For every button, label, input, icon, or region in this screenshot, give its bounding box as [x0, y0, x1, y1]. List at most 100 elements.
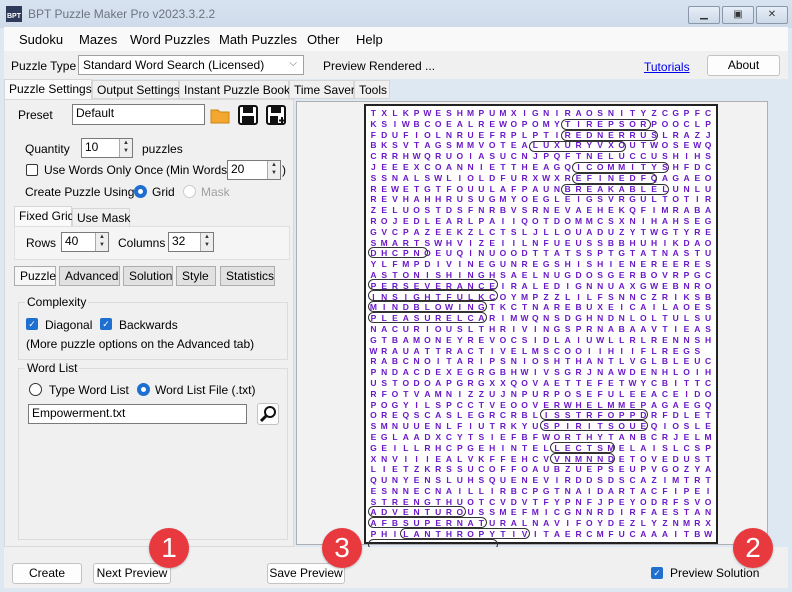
menu-sudoku[interactable]: Sudoku [19, 32, 63, 47]
grid-letter: P [489, 356, 495, 367]
grid-letter: T [565, 377, 571, 388]
use-words-once-checkbox[interactable] [26, 164, 38, 176]
grid-letter: L [608, 151, 614, 162]
min-words-label: (Min Words: [166, 163, 231, 177]
grid-letter: A [413, 431, 420, 442]
grid-letter: N [586, 280, 593, 291]
grid-letter: E [662, 259, 668, 270]
spinner-arrows-icon[interactable]: ▲ ▼ [119, 139, 132, 157]
maximize-button[interactable]: ▣ [722, 6, 754, 24]
tab-instant-puzzle-books[interactable]: Instant Puzzle Books [179, 80, 296, 99]
grid-letter: E [586, 377, 593, 388]
grid-letter: V [651, 453, 657, 464]
grid-radio-label: Grid [152, 185, 175, 199]
about-button[interactable]: About [707, 55, 780, 76]
menu-help[interactable]: Help [356, 32, 383, 47]
min-words-stepper[interactable]: 20 ▲ ▼ [227, 160, 281, 180]
browse-file-button[interactable] [257, 403, 279, 425]
word-list-file-radio[interactable] [137, 383, 150, 396]
grid-letter: L [521, 237, 528, 248]
grid-letter: T [543, 215, 549, 226]
grid-letter: N [683, 183, 690, 194]
grid-letter: F [381, 388, 387, 399]
grid-letter: R [564, 475, 571, 486]
grid-letter: X [532, 172, 539, 183]
spinner-arrows-icon[interactable]: ▲ ▼ [95, 233, 108, 251]
menu-math-puzzles[interactable]: Math Puzzles [219, 32, 297, 47]
grid-letter: K [381, 140, 388, 151]
tab-tools[interactable]: Tools [354, 80, 390, 99]
type-word-list-radio[interactable] [29, 383, 42, 396]
open-preset-button[interactable] [209, 104, 231, 126]
menu-word-puzzles[interactable]: Word Puzzles [130, 32, 210, 47]
subtab-solution[interactable]: Solution [123, 266, 173, 286]
grid-letter: A [456, 356, 463, 367]
grid-letter: F [500, 453, 506, 464]
grid-letter: I [620, 302, 623, 313]
spinner-arrows-icon[interactable]: ▲ ▼ [267, 161, 280, 179]
grid-letter: P [446, 377, 452, 388]
preview-solution-checkbox[interactable]: ✓ [651, 567, 663, 579]
columns-stepper[interactable]: 32 ▲ ▼ [168, 232, 214, 252]
grid-letter: R [618, 194, 625, 205]
grid-letter: S [392, 140, 398, 151]
grid-letter: O [532, 215, 539, 226]
subtab-style[interactable]: Style [176, 266, 216, 286]
close-button[interactable]: ✕ [756, 6, 788, 24]
word-outline-surrender [561, 130, 658, 141]
grid-letter: L [683, 410, 690, 421]
tab-time-saver[interactable]: Time Saver [289, 80, 355, 99]
grid-letter: X [370, 453, 377, 464]
puzzle-type-select[interactable]: Standard Word Search (Licensed) ⌵ [78, 55, 304, 75]
grid-letter: Z [651, 291, 657, 302]
subtab-statistics[interactable]: Statistics [220, 266, 275, 286]
grid-letter: U [586, 302, 593, 313]
grid-letter: Z [651, 108, 657, 118]
grid-letter: M [585, 215, 593, 226]
grid-letter: S [608, 215, 614, 226]
quantity-stepper[interactable]: 10 ▲ ▼ [81, 138, 133, 158]
grid-letter: T [521, 442, 528, 453]
word-list-file-input[interactable]: Empowerment.txt [28, 404, 247, 424]
save-preset-as-button[interactable] [265, 104, 287, 126]
grid-letter: A [510, 269, 517, 280]
preset-input[interactable]: Default [72, 104, 205, 125]
tab-use-mask[interactable]: Use Mask [72, 208, 130, 227]
menu-mazes[interactable]: Mazes [79, 32, 117, 47]
grid-letter: J [532, 226, 538, 237]
rows-stepper[interactable]: 40 ▲ ▼ [61, 232, 109, 252]
subtab-puzzle[interactable]: Puzzle [14, 266, 56, 286]
minimize-button[interactable]: ▁ [688, 6, 720, 24]
create-button[interactable]: Create [12, 563, 82, 584]
menu-other[interactable]: Other [307, 32, 340, 47]
grid-letter: O [424, 377, 431, 388]
grid-letter: T [392, 377, 398, 388]
grid-letter: X [510, 108, 517, 118]
grid-letter: E [618, 442, 625, 453]
grid-letter: E [683, 356, 690, 367]
grid-letter: U [489, 248, 496, 259]
grid-radio[interactable] [134, 185, 147, 198]
diagonal-checkbox[interactable]: ✓ [26, 318, 38, 330]
tab-puzzle-settings[interactable]: Puzzle Settings [4, 79, 92, 100]
grid-letter: I [674, 291, 677, 302]
grid-letter: I [501, 313, 505, 324]
subtab-advanced[interactable]: Advanced [59, 266, 120, 286]
grid-letter: A [683, 172, 690, 183]
save-preset-button[interactable] [237, 104, 259, 126]
backwards-checkbox[interactable]: ✓ [100, 318, 112, 330]
grid-letter: G [640, 280, 647, 291]
tab-fixed-grid[interactable]: Fixed Grid [14, 206, 74, 227]
mask-radio[interactable] [183, 185, 196, 198]
grid-letter: R [424, 442, 431, 453]
grid-letter: D [445, 205, 453, 216]
tab-output-settings[interactable]: Output Settings [92, 80, 180, 99]
word-list-file-label: Word List File (.txt) [155, 383, 256, 397]
tutorials-link[interactable]: Tutorials [644, 60, 690, 74]
grid-letter: T [683, 507, 690, 518]
grid-letter: E [586, 205, 593, 216]
grid-letter: E [618, 518, 625, 529]
grid-letter: L [413, 442, 420, 453]
spinner-arrows-icon[interactable]: ▲ ▼ [200, 233, 213, 251]
next-preview-button[interactable]: Next Preview [93, 563, 171, 584]
